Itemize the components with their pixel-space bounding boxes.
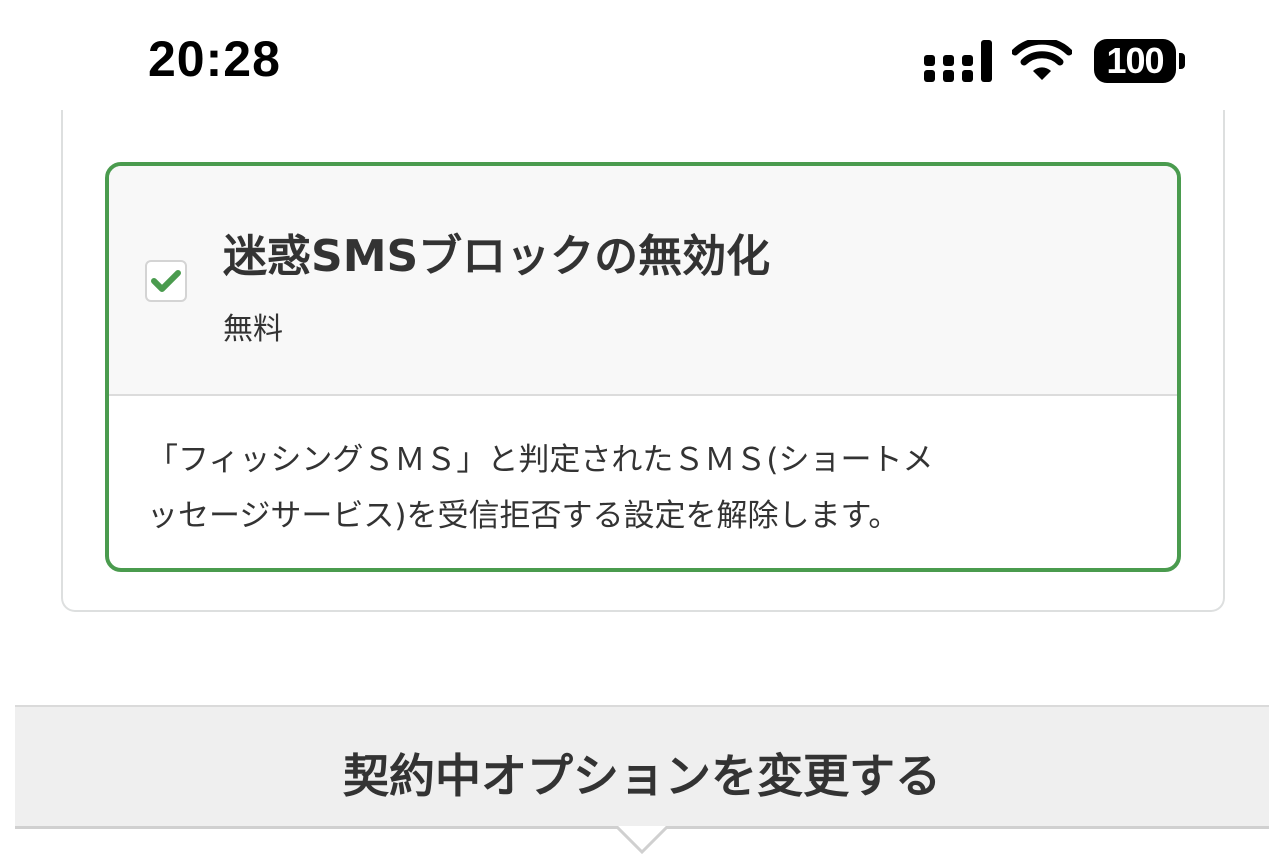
checkmark-icon: [151, 270, 181, 292]
battery-icon: 100: [1094, 39, 1176, 83]
option-description-line: 「フィッシングＳＭＳ」と判定されたＳＭＳ(ショートメ: [147, 442, 934, 478]
option-header[interactable]: 迷惑SMSブロックの無効化 無料: [109, 166, 1177, 396]
status-bar: 20:28 100: [0, 0, 1284, 126]
signal-icon: [924, 40, 992, 82]
option-description-line: ッセージサービス)を受信拒否する設定を解除します。: [147, 498, 900, 534]
option-sms-block-disable[interactable]: 迷惑SMSブロックの無効化 無料 「フィッシングＳＭＳ」と判定されたＳＭＳ(ショ…: [105, 162, 1181, 572]
wifi-icon: [1012, 40, 1072, 80]
page: 20:28 100 迷惑SMSブロックの無効化 無料 「フィッシングＳＭＳ」と判…: [0, 0, 1284, 856]
option-title: 迷惑SMSブロックの無効化: [223, 231, 771, 282]
status-time: 20:28: [148, 31, 281, 87]
arrow-down-icon: [616, 826, 668, 855]
change-options-label: 契約中オプションを変更する: [343, 749, 941, 803]
option-description: 「フィッシングＳＭＳ」と判定されたＳＭＳ(ショートメ ッセージサービス)を受信拒…: [147, 432, 1107, 544]
change-options-button[interactable]: 契約中オプションを変更する: [15, 705, 1269, 829]
option-checkbox[interactable]: [145, 260, 187, 302]
battery-cap: [1179, 53, 1185, 69]
option-price: 無料: [223, 312, 283, 347]
